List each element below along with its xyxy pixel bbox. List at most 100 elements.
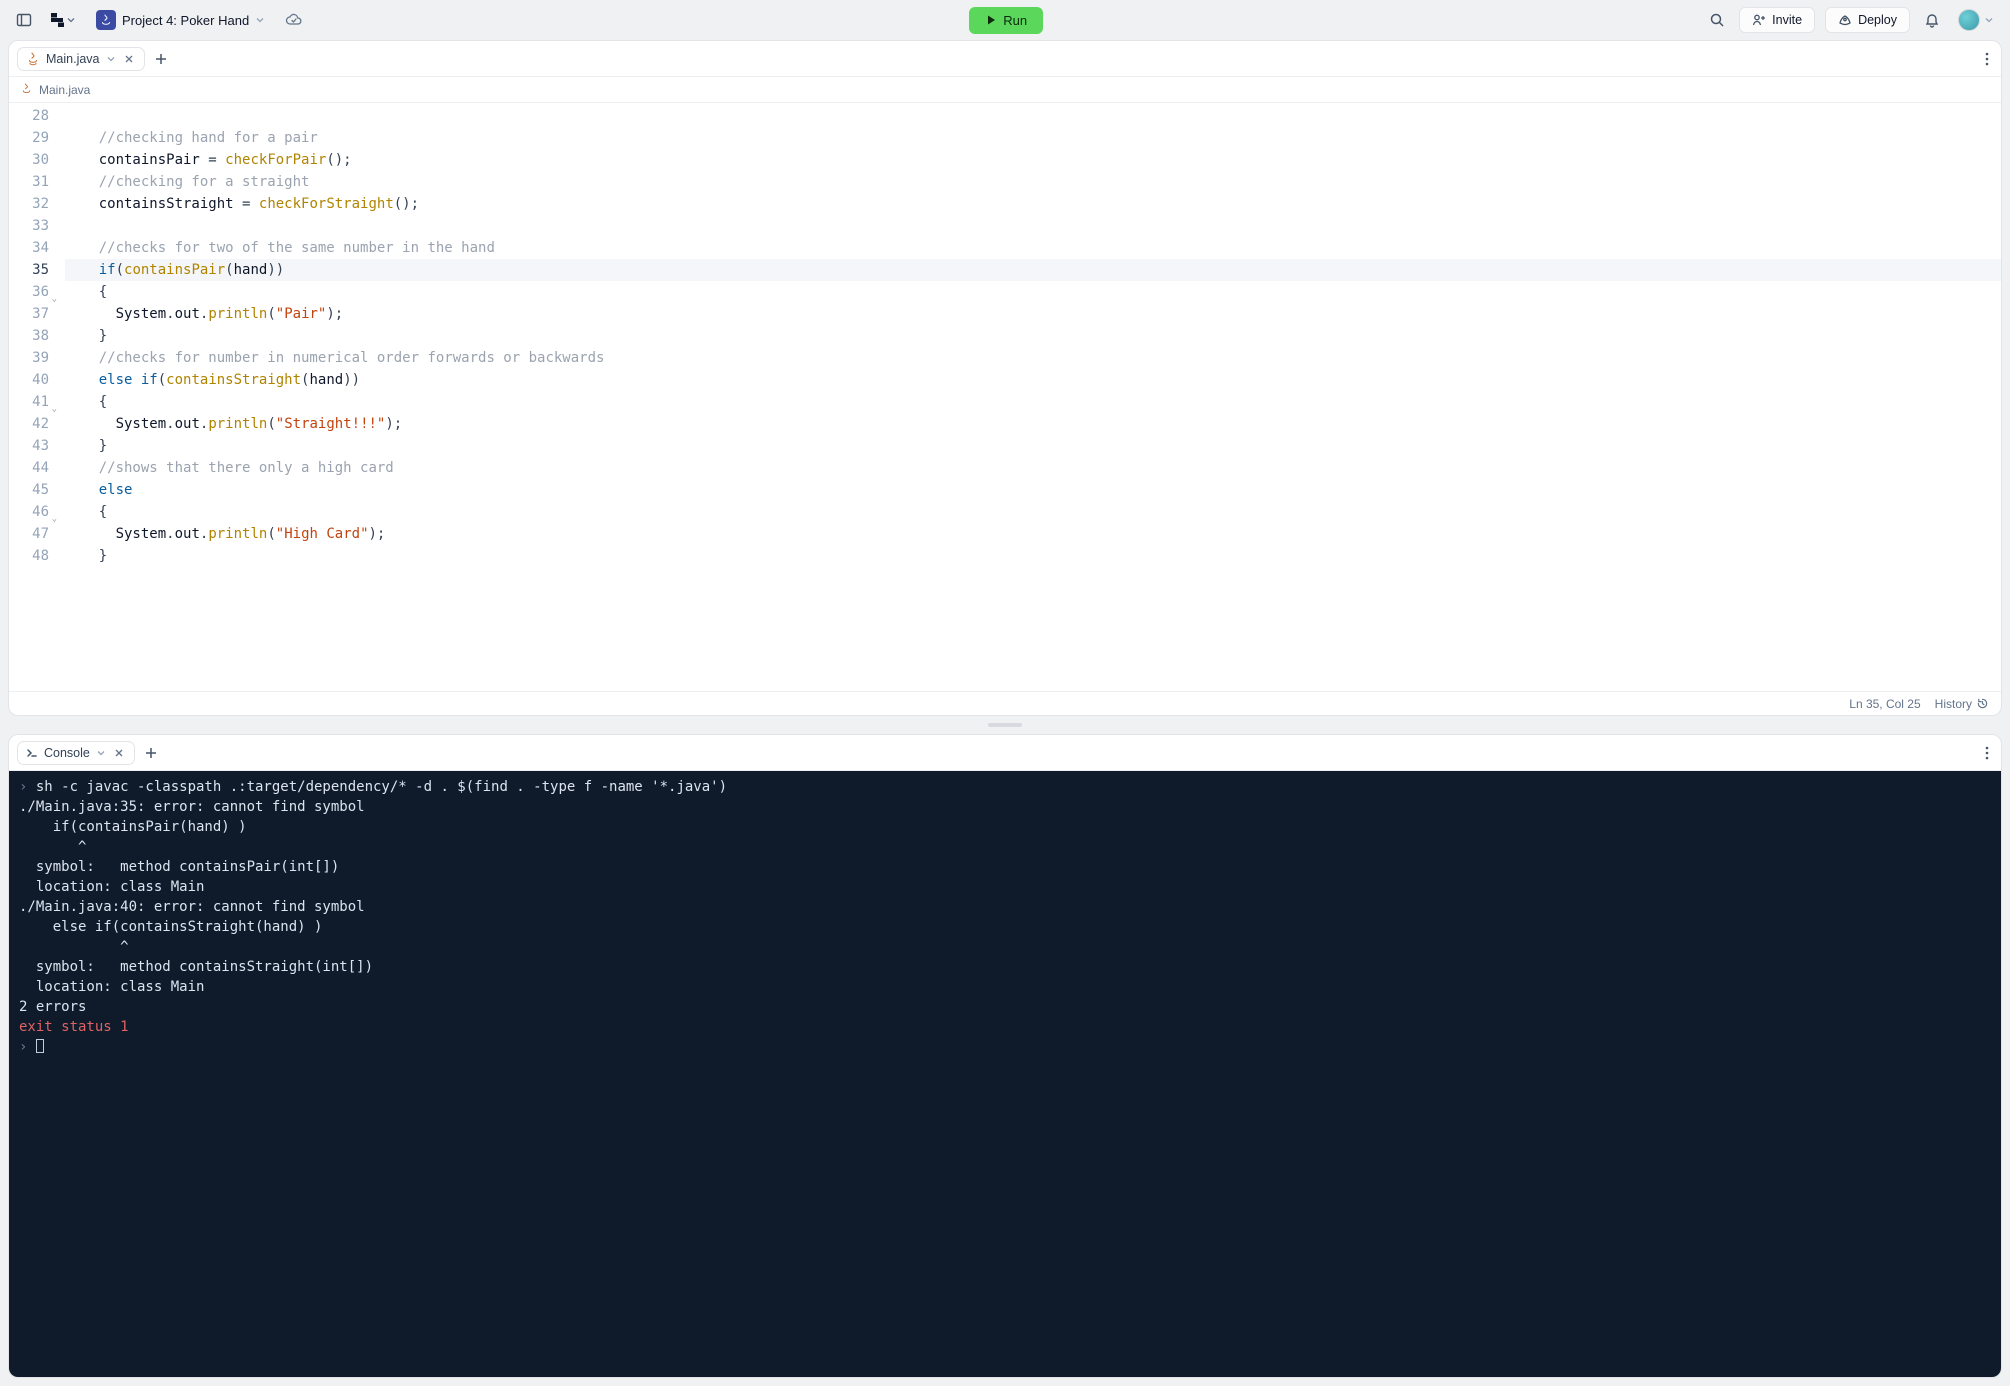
chevron-down-icon [66, 15, 76, 25]
chevron-down-icon [1984, 15, 1994, 25]
notifications-button[interactable] [1920, 8, 1944, 32]
close-tab-button[interactable] [122, 52, 136, 66]
breadcrumb-file: Main.java [39, 83, 90, 97]
gutter-line: 35 [9, 259, 49, 281]
console-more-button[interactable] [1981, 742, 1993, 764]
code-line[interactable]: { [65, 391, 2001, 413]
code-line[interactable]: //checks for two of the same number in t… [65, 237, 2001, 259]
code-line[interactable]: } [65, 545, 2001, 567]
code-line[interactable]: else if(containsStraight(hand)) [65, 369, 2001, 391]
console-line: symbol: method containsPair(int[]) [19, 857, 1991, 877]
code-line[interactable]: containsPair = checkForPair(); [65, 149, 2001, 171]
new-tab-button[interactable] [151, 49, 171, 69]
code-editor[interactable]: 282930313233343536⌄3738394041⌄4243444546… [9, 103, 2001, 691]
toggle-sidebar-button[interactable] [12, 8, 36, 32]
code-line[interactable]: System.out.println("Straight!!!"); [65, 413, 2001, 435]
code-line[interactable]: containsStraight = checkForStraight(); [65, 193, 2001, 215]
new-console-tab-button[interactable] [141, 743, 161, 763]
editor-breadcrumb[interactable]: Main.java [9, 77, 2001, 103]
gutter-line: 29 [9, 127, 49, 149]
plus-icon [155, 53, 167, 65]
console-tab-label: Console [44, 746, 90, 760]
console-line: symbol: method containsStraight(int[]) [19, 957, 1991, 977]
deploy-button-label: Deploy [1858, 13, 1897, 27]
console-line: location: class Main [19, 877, 1991, 897]
code-line[interactable]: { [65, 501, 2001, 523]
editor-tabstrip: Main.java [9, 41, 2001, 77]
close-icon [124, 54, 134, 64]
project-name: Project 4: Poker Hand [122, 13, 249, 28]
gutter-line: 44 [9, 457, 49, 479]
console-prompt-line[interactable]: › [19, 1037, 1991, 1057]
invite-button-label: Invite [1772, 13, 1802, 27]
console-line: ^ [19, 937, 1991, 957]
code-line[interactable]: //checks for number in numerical order f… [65, 347, 2001, 369]
deploy-button[interactable]: Deploy [1825, 7, 1910, 33]
code-line[interactable]: if(containsPair(hand)) [65, 259, 2001, 281]
gutter-line: 46⌄ [9, 501, 49, 523]
avatar [1958, 9, 1980, 31]
cloud-sync-button[interactable] [281, 9, 307, 31]
editor-tab-main[interactable]: Main.java [17, 47, 145, 71]
code-line[interactable]: } [65, 435, 2001, 457]
deploy-icon [1838, 13, 1852, 27]
java-file-icon [19, 83, 33, 97]
panel-splitter[interactable] [8, 722, 2002, 728]
gutter-line: 28 [9, 105, 49, 127]
code-line[interactable] [65, 215, 2001, 237]
code-line[interactable]: else [65, 479, 2001, 501]
history-icon [1976, 697, 1989, 710]
chevron-down-icon [106, 54, 116, 64]
console-line: 2 errors [19, 997, 1991, 1017]
cursor-position: Ln 35, Col 25 [1849, 697, 1920, 711]
cursor-icon [36, 1039, 44, 1053]
replit-logo-icon [50, 12, 66, 28]
console-line: ./Main.java:35: error: cannot find symbo… [19, 797, 1991, 817]
plus-icon [145, 747, 157, 759]
code-line[interactable]: System.out.println("High Card"); [65, 523, 2001, 545]
search-button[interactable] [1705, 8, 1729, 32]
code-line[interactable]: //checking for a straight [65, 171, 2001, 193]
console-line: location: class Main [19, 977, 1991, 997]
project-selector[interactable]: Project 4: Poker Hand [90, 6, 271, 34]
code-line[interactable]: //checking hand for a pair [65, 127, 2001, 149]
console-line: if(containsPair(hand) ) [19, 817, 1991, 837]
gutter-line: 43 [9, 435, 49, 457]
bell-icon [1924, 12, 1940, 28]
fold-chevron-icon[interactable]: ⌄ [52, 508, 57, 530]
close-icon [114, 748, 124, 758]
kebab-icon [1985, 746, 1989, 760]
close-tab-button[interactable] [112, 746, 126, 760]
gutter-line: 38 [9, 325, 49, 347]
console-tabstrip: Console [9, 735, 2001, 771]
account-menu[interactable] [1954, 5, 1998, 35]
gutter-line: 42 [9, 413, 49, 435]
console-tab[interactable]: Console [17, 741, 135, 765]
editor-more-button[interactable] [1981, 48, 1993, 70]
invite-button[interactable]: Invite [1739, 7, 1815, 33]
gutter-line: 47 [9, 523, 49, 545]
fold-chevron-icon[interactable]: ⌄ [52, 288, 57, 310]
console-line: else if(containsStraight(hand) ) [19, 917, 1991, 937]
code-line[interactable]: { [65, 281, 2001, 303]
search-icon [1709, 12, 1725, 28]
gutter-line: 36⌄ [9, 281, 49, 303]
code-line[interactable] [65, 105, 2001, 127]
code-line[interactable]: System.out.println("Pair"); [65, 303, 2001, 325]
console-line: ./Main.java:40: error: cannot find symbo… [19, 897, 1991, 917]
console-panel: Console › sh -c java [8, 734, 2002, 1378]
code-line[interactable]: //shows that there only a high card [65, 457, 2001, 479]
code-line[interactable]: } [65, 325, 2001, 347]
console-line: › sh -c javac -classpath .:target/depend… [19, 777, 1991, 797]
console-output[interactable]: › sh -c javac -classpath .:target/depend… [9, 771, 2001, 1377]
project-language-icon [96, 10, 116, 30]
fold-chevron-icon[interactable]: ⌄ [52, 398, 57, 420]
gutter-line: 39 [9, 347, 49, 369]
java-file-icon [26, 52, 40, 66]
gutter-line: 30 [9, 149, 49, 171]
gutter-line: 32 [9, 193, 49, 215]
run-button[interactable]: Run [969, 7, 1043, 34]
gutter-line: 40 [9, 369, 49, 391]
history-button[interactable]: History [1935, 697, 1989, 711]
app-logo-button[interactable] [46, 8, 80, 32]
